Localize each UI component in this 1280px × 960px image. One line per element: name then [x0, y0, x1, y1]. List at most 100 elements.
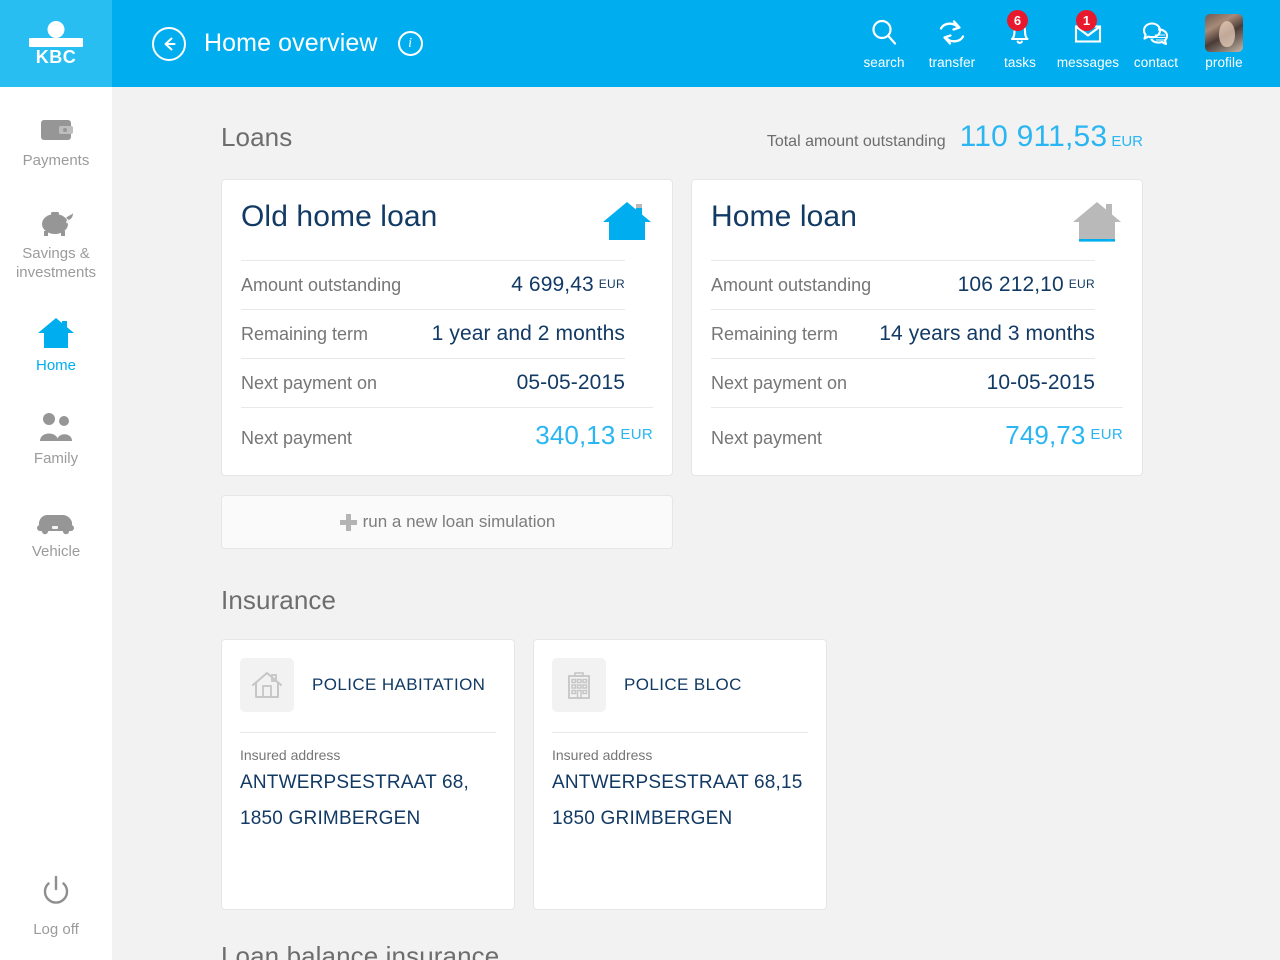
bell-icon: 6 [1003, 10, 1037, 54]
loan-detail-key: Amount outstanding [711, 275, 872, 295]
header-tool-label: transfer [928, 55, 976, 70]
header-tool-label: messages [1056, 55, 1120, 70]
info-icon[interactable]: i [397, 31, 423, 56]
run-loan-simulation-button[interactable]: run a new loan simulation [221, 495, 673, 549]
insurance-card[interactable]: POLICE BLOC Insured address ANTWERPSESTR… [533, 639, 827, 910]
loan-detail-row: Next payment 749,73 EUR [711, 407, 1123, 463]
total-outstanding-label: Total amount outstanding [766, 133, 946, 150]
loan-detail-key: Remaining term [711, 324, 839, 344]
kbc-logo-bar [29, 37, 83, 47]
search-icon [867, 12, 901, 54]
header-tool-messages[interactable]: 1 messages [1054, 10, 1122, 70]
insured-address-line1: ANTWERPSESTRAAT 68, [240, 772, 470, 793]
header-left: Home overview i [112, 0, 850, 87]
header-tool-profile[interactable]: profile [1190, 12, 1258, 70]
insurance-section-title: Insurance [221, 585, 337, 615]
loan-detail-row: Next payment 340,13 EUR [241, 407, 653, 463]
insurance-card[interactable]: POLICE HABITATION Insured address ANTWER… [221, 639, 515, 910]
insurance-card-header: POLICE HABITATION [240, 658, 496, 732]
page-title: Home overview [204, 29, 378, 57]
piggybank-icon [36, 196, 76, 238]
loan-detail-value: 106 212,10 EUR [957, 273, 1095, 296]
sidebar-item-label: Vehicle [31, 543, 81, 560]
loan-detail-key: Next payment on [241, 373, 378, 393]
logoff-button[interactable]: Log off [0, 873, 112, 938]
sidebar-item-label: Payments [22, 152, 90, 169]
header-tool-contact[interactable]: contact [1122, 12, 1190, 70]
house-icon-grey [1071, 198, 1123, 246]
total-outstanding: Total amount outstanding 110 911,53 EUR [767, 120, 1143, 154]
loan-card[interactable]: Old home loan Amount outstanding 4 699,4… [221, 179, 673, 476]
sidebar-item-savings-investments[interactable]: Savings & investments [0, 180, 112, 292]
header-tools: search transfer 6 tasks 1 messages conta… [850, 0, 1280, 87]
logoff-label: Log off [33, 921, 79, 938]
header-tool-label: profile [1205, 55, 1243, 70]
total-outstanding-value: 110 911,53 [959, 120, 1108, 153]
loan-detail-value: 4 699,43 EUR [511, 273, 625, 296]
loan-detail-value: 05-05-2015 [516, 371, 625, 394]
sidebar-item-vehicle[interactable]: Vehicle [0, 478, 112, 571]
avatar [1205, 12, 1243, 54]
kbc-logo-panel[interactable]: KBC [0, 0, 112, 87]
total-outstanding-currency: EUR [1111, 133, 1143, 150]
header-tool-transfer[interactable]: transfer [918, 12, 986, 70]
loan-card-title: Old home loan [241, 200, 438, 233]
insurance-card-header: POLICE BLOC [552, 658, 808, 732]
total-outstanding-amount: 110 911,53 EUR [960, 120, 1143, 154]
loan-detail-key: Next payment [241, 428, 353, 448]
run-loan-simulation-label: run a new loan simulation [362, 512, 556, 531]
loan-detail-value: 340,13 EUR [535, 420, 653, 450]
tasks-badge: 6 [1007, 10, 1028, 31]
loan-detail-key: Next payment [711, 428, 823, 448]
loan-detail-value: 749,73 EUR [1005, 420, 1123, 450]
sidebar-item-label: Family [33, 450, 79, 467]
top-header: KBC Home overview i search transfer 6 ta… [0, 0, 1280, 87]
loan-detail-key: Amount outstanding [241, 275, 402, 295]
loans-header: Loans Total amount outstanding 110 911,5… [221, 120, 1143, 154]
insurance-card-title: POLICE HABITATION [312, 675, 486, 694]
wallet-icon [37, 103, 75, 145]
chat-icon [1138, 12, 1174, 54]
loan-detail-row: Next payment on 10-05-2015 [711, 358, 1095, 407]
sidebar-item-family[interactable]: Family [0, 385, 112, 478]
loan-detail-row: Amount outstanding 106 212,10 EUR [711, 260, 1095, 309]
power-icon [37, 873, 75, 916]
loan-card-title: Home loan [711, 200, 857, 233]
sidebar-item-label: Savings & investments [15, 245, 97, 281]
insurance-card-body: Insured address ANTWERPSESTRAAT 68, 1850… [240, 732, 496, 835]
loan-card[interactable]: Home loan Amount outstanding 106 212,10 E… [691, 179, 1143, 476]
back-arrow-icon[interactable] [152, 26, 186, 61]
loan-detail-key: Remaining term [241, 324, 369, 344]
sidebar-item-home[interactable]: Home [0, 292, 112, 385]
insured-address-line2: 1850 GRIMBERGEN [552, 808, 733, 829]
loan-cards-row: Old home loan Amount outstanding 4 699,4… [221, 179, 1280, 476]
loan-detail-row: Next payment on 05-05-2015 [241, 358, 625, 407]
loans-section-title: Loans [221, 122, 293, 152]
main-content: Loans Total amount outstanding 110 911,5… [112, 87, 1280, 960]
loan-detail-row: Remaining term 1 year and 2 months [241, 309, 625, 358]
kbc-logo-dot [47, 20, 65, 38]
header-tool-label: tasks [1003, 55, 1036, 70]
car-icon [35, 494, 77, 536]
header-tool-label: search [863, 55, 905, 70]
sidebar-item-payments[interactable]: Payments [0, 87, 112, 180]
loan-balance-insurance-title: Loan balance insurance [221, 941, 500, 960]
insurance-cards-row: POLICE HABITATION Insured address ANTWER… [221, 639, 1280, 910]
header-tool-tasks[interactable]: 6 tasks [986, 10, 1054, 70]
header-tool-search[interactable]: search [850, 12, 918, 70]
loan-card-header: Old home loan [241, 200, 653, 260]
transfer-icon [935, 12, 969, 54]
insured-address-line2: 1850 GRIMBERGEN [240, 808, 421, 829]
house-outline-icon [240, 658, 294, 712]
loan-detail-row: Amount outstanding 4 699,43 EUR [241, 260, 625, 309]
house-icon-blue [601, 198, 653, 246]
loan-detail-value: 10-05-2015 [986, 371, 1095, 394]
insured-address-label: Insured address [552, 747, 653, 763]
insured-address-label: Insured address [240, 747, 341, 763]
loan-detail-row: Remaining term 14 years and 3 months [711, 309, 1095, 358]
loan-detail-key: Next payment on [711, 373, 848, 393]
insurance-card-title: POLICE BLOC [624, 675, 742, 694]
building-outline-icon [552, 658, 606, 712]
sidebar: Payments Savings & investments Home Fami… [0, 87, 112, 960]
family-icon [36, 401, 76, 443]
